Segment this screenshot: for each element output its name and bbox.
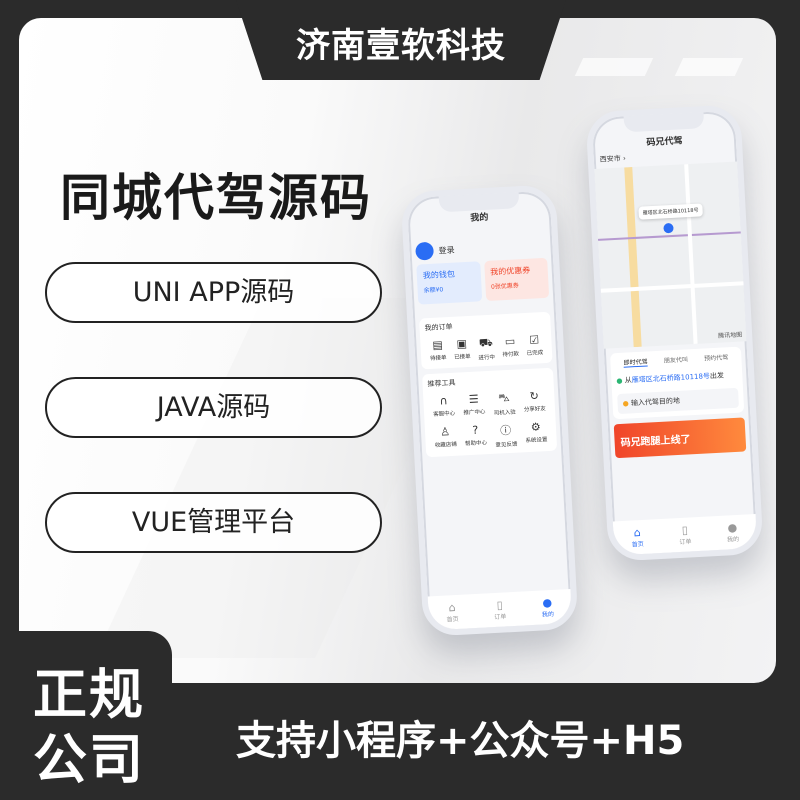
- person-icon: ●: [727, 520, 738, 535]
- check-icon: ☑: [528, 333, 540, 347]
- service-tab[interactable]: 预约代驾: [704, 352, 729, 363]
- orders-section: 我的订单 ▤ 待接单 ▣ 已接单 ⛟ 进行中 ▭ 待付款 ☑ 已完成: [419, 311, 553, 370]
- stack-icon: ☰: [468, 392, 480, 407]
- coupon-card[interactable]: 我的优惠券 0张优惠券: [483, 257, 550, 302]
- tab-label: 首页: [631, 540, 645, 549]
- home-icon: ⌂: [633, 526, 642, 540]
- tool-label: 收藏店铺: [434, 441, 458, 449]
- brand-name: 济南壹软科技: [296, 26, 506, 66]
- from-address: 雁塔区北石桥路10118号: [631, 372, 711, 385]
- tab-mine[interactable]: ● 我的: [726, 521, 739, 544]
- avatar[interactable]: [415, 241, 435, 261]
- tab-label: 订单: [494, 613, 507, 622]
- order-label: 进行中: [478, 354, 496, 362]
- coupon-count: 0张优惠券: [490, 282, 520, 291]
- left-tab-bar: ⌂ 首页 ▯ 订单 ● 我的: [427, 589, 573, 631]
- tool-label: 意见反馈: [495, 441, 518, 449]
- map-brand: 腾讯地图: [718, 331, 743, 340]
- service-panel: 即时代驾 朋友代叫 预约代驾 ● 从雁塔区北石桥路10118号出发 ● 输入代驾目的…: [609, 346, 745, 420]
- tool-item[interactable]: ⛍ 司机入驻: [489, 390, 521, 417]
- info-icon: ⓘ: [499, 423, 512, 438]
- tool-item[interactable]: ∩ 客服中心: [428, 394, 460, 421]
- truck-icon: ⛟: [478, 335, 494, 350]
- right-phone-mockup: 码兄代驾 西安市 › 雁塔区北石桥路10118号 腾讯地图 即时代驾 朋友代叫 预约…: [585, 104, 764, 562]
- destination-placeholder: 输入代驾目的地: [630, 396, 681, 408]
- right-tab-bar: ⌂ 首页 ▯ 订单 ● 我的: [612, 514, 758, 556]
- wallet-balance: 余额¥0: [423, 286, 444, 295]
- tool-item[interactable]: ⚙ 系统设置: [520, 420, 552, 448]
- hero-card: 我的 登录 我的钱包 余额¥0 我的优惠券 0张优惠券 我的订单 ▤ 待接单 ▣ 已接…: [19, 18, 776, 683]
- tool-item[interactable]: ↻ 分享好友: [519, 389, 551, 416]
- tool-label: 客服中心: [433, 410, 456, 418]
- tab-home[interactable]: ⌂ 首页: [446, 601, 459, 624]
- tool-item[interactable]: ☰ 推广中心: [458, 392, 490, 419]
- tools-title: 推荐工具: [427, 378, 456, 389]
- tool-label: 推广中心: [463, 409, 486, 417]
- tools-section: 推荐工具 ∩ 客服中心 ☰ 推广中心 ⛍ 司机入驻 ↻ 分享好友 ♙ 收藏店铺? 帮助中心 ⓘ 意见反馈…: [422, 367, 558, 458]
- order-label: 已接单: [454, 353, 471, 361]
- login-link[interactable]: 登录: [438, 244, 455, 256]
- tool-item[interactable]: ? 帮助中心: [460, 423, 492, 451]
- tab-home[interactable]: ⌂ 首页: [631, 526, 645, 549]
- order-item[interactable]: ▤ 待接单: [429, 338, 447, 364]
- clipboard-icon: ▤: [432, 338, 444, 352]
- order-label: 待接单: [429, 355, 447, 363]
- from-suffix: 出发: [709, 371, 725, 381]
- box-icon: ▣: [456, 337, 468, 351]
- destination-input[interactable]: ● 输入代驾目的地: [617, 387, 739, 415]
- help-icon: ?: [472, 423, 479, 437]
- order-item[interactable]: ▭ 待付款: [501, 334, 519, 360]
- order-item[interactable]: ⛟ 进行中: [477, 336, 495, 362]
- tab-label: 订单: [679, 538, 692, 547]
- share-icon: ↻: [529, 389, 540, 403]
- tab-label: 我的: [726, 535, 740, 544]
- page-title: 同城代驾源码: [60, 169, 372, 227]
- tab-label: 我的: [541, 610, 555, 619]
- banner-text: 码兄跑腿上线了: [620, 434, 691, 449]
- orders-title: 我的订单: [424, 322, 453, 333]
- order-label: 已完成: [526, 350, 544, 357]
- tab-label: 首页: [446, 615, 459, 624]
- coupon-title: 我的优惠券: [490, 265, 531, 277]
- service-tab[interactable]: 朋友代叫: [664, 354, 689, 365]
- user-icon: ♙: [439, 425, 451, 439]
- tool-label: 分享好友: [523, 406, 547, 414]
- wallet-title: 我的钱包: [422, 269, 456, 281]
- brand-tab: 济南壹软科技: [236, 0, 566, 80]
- order-item[interactable]: ▣ 已接单: [453, 337, 471, 363]
- map-view[interactable]: 雁塔区北石桥路10118号 腾讯地图: [594, 161, 747, 349]
- feature-pill-vue: VUE管理平台: [45, 492, 382, 553]
- tool-label: 司机入驻: [493, 409, 516, 417]
- feature-pill-java: JAVA源码: [45, 377, 382, 438]
- wallet-icon: ▭: [504, 334, 516, 349]
- pickup-tooltip: 雁塔区北石桥路10118号: [638, 203, 703, 220]
- support-platforms: 支持小程序+公众号+H5: [236, 718, 685, 764]
- badge-line-2: 公司: [33, 728, 145, 791]
- home-icon: ⌂: [448, 601, 456, 615]
- tool-item[interactable]: ⓘ 意见反馈: [490, 421, 522, 449]
- document-icon: ▯: [496, 598, 504, 612]
- document-icon: ▯: [681, 523, 689, 537]
- order-label: 待付款: [502, 351, 520, 359]
- service-tab[interactable]: 即时代驾: [623, 356, 648, 368]
- tab-mine[interactable]: ● 我的: [541, 596, 554, 619]
- from-field[interactable]: ● 从雁塔区北石桥路10118号出发: [616, 370, 737, 386]
- car-icon: ⛍: [497, 390, 510, 405]
- tab-orders[interactable]: ▯ 订单: [493, 598, 506, 621]
- tab-orders[interactable]: ▯ 订单: [678, 523, 691, 546]
- left-phone-mockup: 我的 登录 我的钱包 余额¥0 我的优惠券 0张优惠券 我的订单 ▤ 待接单 ▣ 已接…: [400, 184, 579, 637]
- tool-label: 帮助中心: [464, 440, 488, 448]
- tool-label: 系统设置: [525, 437, 548, 445]
- headset-icon: ∩: [439, 394, 448, 408]
- order-item[interactable]: ☑ 已完成: [526, 333, 544, 359]
- wallet-card[interactable]: 我的钱包 余额¥0: [416, 261, 482, 305]
- tool-item[interactable]: ♙ 收藏店铺: [430, 425, 462, 453]
- feature-pill-uniapp: UNI APP源码: [45, 262, 382, 323]
- location-pin-icon: [663, 222, 674, 234]
- promo-banner[interactable]: 码兄跑腿上线了: [613, 417, 747, 459]
- settings-icon: ⚙: [530, 420, 542, 434]
- person-icon: ●: [542, 595, 553, 610]
